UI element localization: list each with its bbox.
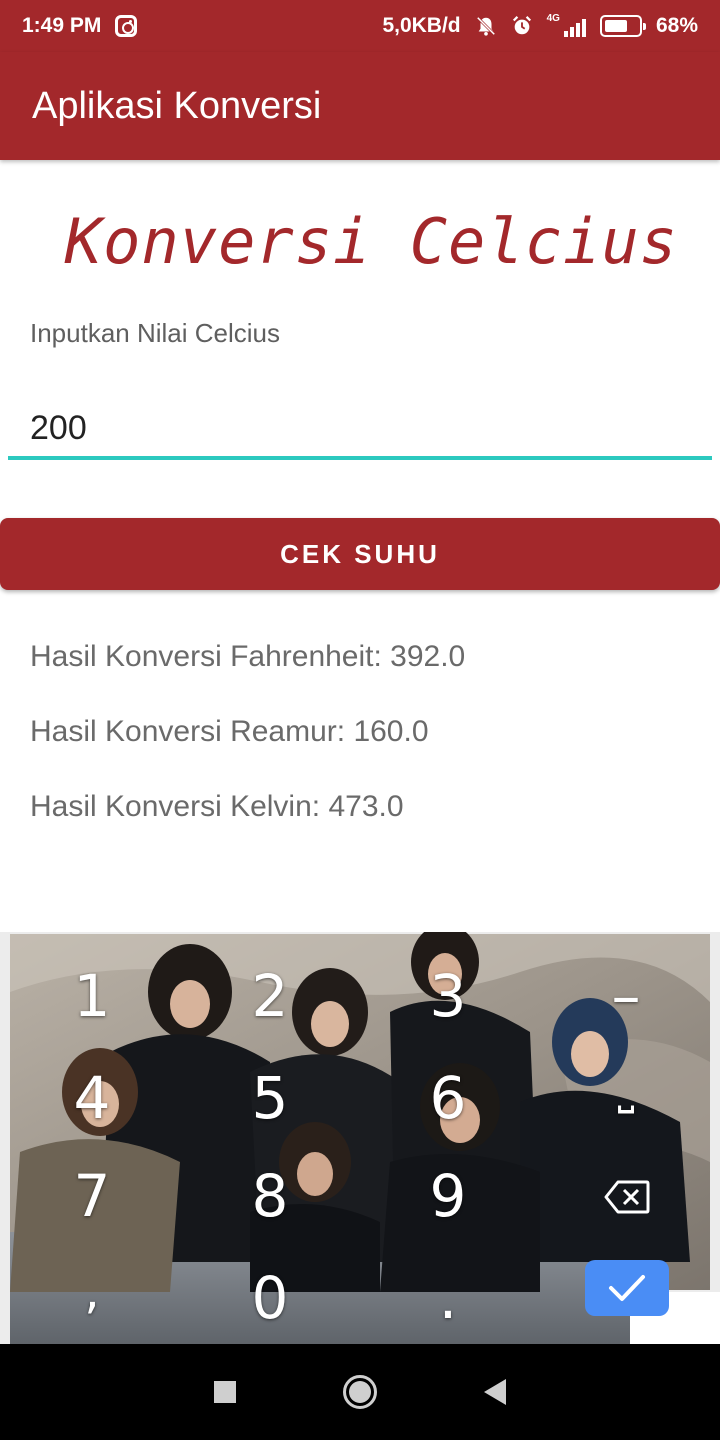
key-space[interactable]: ⎵ (586, 1064, 666, 1114)
back-icon[interactable] (484, 1379, 507, 1405)
result-kelvin: Hasil Konversi Kelvin: 473.0 (30, 790, 404, 823)
alarm-icon (512, 16, 531, 35)
cek-suhu-button[interactable]: CEK SUHU (0, 518, 720, 590)
battery-percent: 68% (655, 14, 698, 37)
result-reamur: Hasil Konversi Reamur: 160.0 (30, 715, 429, 748)
key-6[interactable]: 6 (408, 1064, 488, 1132)
page-heading: Konversi Celcius (64, 205, 678, 278)
key-7[interactable]: 7 (52, 1162, 132, 1230)
status-time: 1:49 PM (22, 14, 102, 37)
battery-icon (599, 15, 646, 37)
key-2[interactable]: 2 (230, 962, 310, 1030)
check-icon (609, 1275, 645, 1301)
network-type: 4G (546, 12, 560, 24)
signal-icon (563, 15, 586, 37)
key-0[interactable]: 0 (230, 1264, 310, 1332)
key-5[interactable]: 5 (230, 1064, 310, 1132)
recent-apps-icon[interactable] (213, 1381, 236, 1403)
mute-bell-icon (476, 16, 495, 36)
key-4[interactable]: 4 (52, 1064, 132, 1132)
instagram-icon (115, 15, 138, 37)
numeric-keyboard: 1 2 3 – 4 5 6 ⎵ 7 8 9 , 0 . (0, 932, 720, 1344)
key-3[interactable]: 3 (408, 962, 488, 1030)
network-speed: 5,0KB/d (382, 14, 461, 37)
navigation-bar (0, 1344, 720, 1440)
enter-key[interactable] (585, 1260, 669, 1316)
app-bar: Aplikasi Konversi (0, 52, 720, 160)
key-period[interactable]: . (408, 1264, 488, 1332)
celcius-input[interactable] (8, 400, 712, 460)
result-fahrenheit: Hasil Konversi Fahrenheit: 392.0 (30, 640, 466, 673)
key-9[interactable]: 9 (408, 1162, 488, 1230)
status-right: 5,0KB/d 4G 68% (382, 12, 698, 38)
key-minus[interactable]: – (586, 962, 666, 1030)
app-title: Aplikasi Konversi (32, 84, 322, 127)
input-label: Inputkan Nilai Celcius (30, 318, 281, 348)
key-8[interactable]: 8 (230, 1162, 310, 1230)
home-icon[interactable] (342, 1375, 377, 1409)
backspace-icon[interactable] (604, 1180, 650, 1214)
key-1[interactable]: 1 (52, 962, 132, 1030)
status-left: 1:49 PM (22, 14, 138, 38)
status-bar: 1:49 PM 5,0KB/d 4G 68% (0, 0, 720, 52)
key-comma[interactable]: , (52, 1264, 132, 1320)
